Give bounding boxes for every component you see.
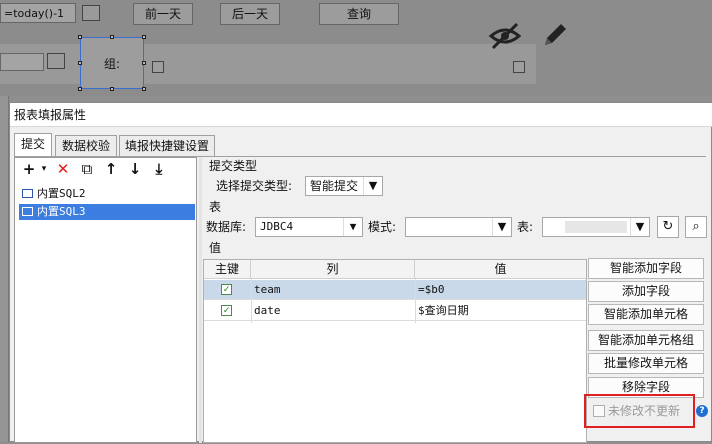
dialog-title: 报表填报属性 (10, 103, 712, 127)
submit-list: 内置SQL2 内置SQL3 (19, 186, 195, 444)
row-value: =$b0 (418, 283, 445, 296)
widget-checkbox[interactable] (152, 61, 164, 73)
unmodified-checkbox[interactable] (593, 405, 605, 417)
widget-checkbox[interactable] (513, 61, 525, 73)
move-down-icon[interactable]: ↓ (125, 160, 145, 178)
field-table: 主键 列 值 ✓ team =$b0 ✓ date $查询日期 (203, 259, 587, 443)
group-widget[interactable]: 组: (80, 37, 144, 89)
calendar-icon[interactable] (82, 5, 100, 21)
database-select[interactable]: JDBC4 ▼ (255, 217, 363, 237)
resize-handle[interactable] (78, 35, 82, 39)
list-item-label: 内置SQL3 (37, 205, 86, 218)
resize-handle[interactable] (78, 87, 82, 91)
sql-icon (22, 207, 33, 216)
move-up-icon[interactable]: ↑ (101, 160, 121, 178)
chevron-down-icon[interactable]: ▼ (363, 177, 382, 195)
submit-type-value: 智能提交 (310, 179, 359, 193)
row-column: team (254, 283, 281, 296)
row-column: date (254, 304, 281, 317)
submit-type-section: 提交类型 (209, 159, 258, 173)
tab-shortcut-settings[interactable]: 填报快捷键设置 (119, 135, 215, 156)
chevron-down-icon[interactable]: ▼ (343, 218, 362, 236)
resize-handle[interactable] (110, 87, 114, 91)
redacted-table-name (565, 221, 627, 233)
submit-type-select[interactable]: 智能提交 ▼ (305, 176, 383, 196)
edit-pencil-icon[interactable] (540, 20, 570, 50)
resize-handle[interactable] (142, 61, 146, 65)
list-item[interactable]: 内置SQL3 (19, 204, 195, 220)
schema-label: 模式: (368, 220, 397, 234)
date-input[interactable]: =today()-1 (0, 3, 76, 23)
add-dropdown-icon[interactable]: ▾ (34, 160, 54, 178)
smart-add-cell-button[interactable]: 智能添加单元格 (588, 304, 704, 325)
database-value: JDBC4 (260, 220, 294, 233)
smart-add-field-button[interactable]: 智能添加字段 (588, 258, 704, 279)
list-item-label: 内置SQL2 (37, 187, 86, 200)
designer-left-ruler (0, 96, 9, 442)
table-row[interactable]: ✓ team =$b0 (204, 280, 586, 300)
column-header-column[interactable]: 列 (251, 260, 415, 279)
unmodified-label: 未修改不更新 (608, 404, 681, 418)
calendar-icon-2[interactable] (47, 53, 65, 69)
tab-submit[interactable]: 提交 (14, 133, 52, 157)
value-section: 值 (209, 241, 222, 255)
next-day-button[interactable]: 后一天 (220, 3, 280, 25)
submit-type-label: 选择提交类型: (216, 179, 293, 193)
copy-icon[interactable]: ⧉ (77, 160, 97, 178)
resize-handle[interactable] (142, 35, 146, 39)
column-header-key[interactable]: 主键 (204, 260, 251, 279)
row-value: $查询日期 (418, 304, 469, 317)
smart-add-cell-group-button[interactable]: 智能添加单元格组 (588, 330, 704, 351)
column-divider (415, 279, 416, 323)
query-button[interactable]: 查询 (319, 3, 399, 25)
submit-list-panel: + ▾ ✕ ⧉ ↑ ↓ ⤓ 内置SQL2 内置SQL3 (14, 157, 197, 443)
chevron-down-icon[interactable]: ▼ (492, 218, 511, 236)
panel-splitter[interactable] (199, 157, 202, 443)
sql-icon (22, 189, 33, 198)
key-checkbox[interactable]: ✓ (221, 305, 232, 316)
column-header-value[interactable]: 值 (415, 260, 586, 279)
table-label: 表: (517, 220, 534, 234)
key-checkbox[interactable]: ✓ (221, 284, 232, 295)
column-divider (251, 279, 252, 323)
resize-handle[interactable] (110, 35, 114, 39)
delete-icon[interactable]: ✕ (53, 160, 73, 178)
refresh-icon[interactable]: ↻ (657, 216, 679, 238)
eye-hidden-icon[interactable] (488, 22, 522, 50)
list-item[interactable]: 内置SQL2 (19, 186, 195, 202)
param-input[interactable] (0, 53, 44, 71)
move-bottom-icon[interactable]: ⤓ (149, 160, 169, 178)
table-row[interactable]: ✓ date $查询日期 (204, 301, 586, 321)
table-select[interactable]: ▼ (542, 217, 650, 237)
report-fill-properties-dialog: 报表填报属性 提交 数据校验 填报快捷键设置 + ▾ ✕ ⧉ ↑ ↓ ⤓ 内置S… (9, 102, 712, 443)
resize-handle[interactable] (142, 87, 146, 91)
prev-day-button[interactable]: 前一天 (133, 3, 193, 25)
database-label: 数据库: (206, 220, 247, 234)
batch-modify-cell-button[interactable]: 批量修改单元格 (588, 353, 704, 374)
help-icon[interactable]: ? (696, 405, 708, 417)
resize-handle[interactable] (78, 61, 82, 65)
table-section: 表 (209, 200, 222, 214)
chevron-down-icon[interactable]: ▼ (630, 218, 649, 236)
schema-select[interactable]: ▼ (405, 217, 512, 237)
preview-icon[interactable]: ⌕ (685, 216, 707, 238)
tab-data-validation[interactable]: 数据校验 (55, 135, 117, 156)
add-field-button[interactable]: 添加字段 (588, 281, 704, 302)
